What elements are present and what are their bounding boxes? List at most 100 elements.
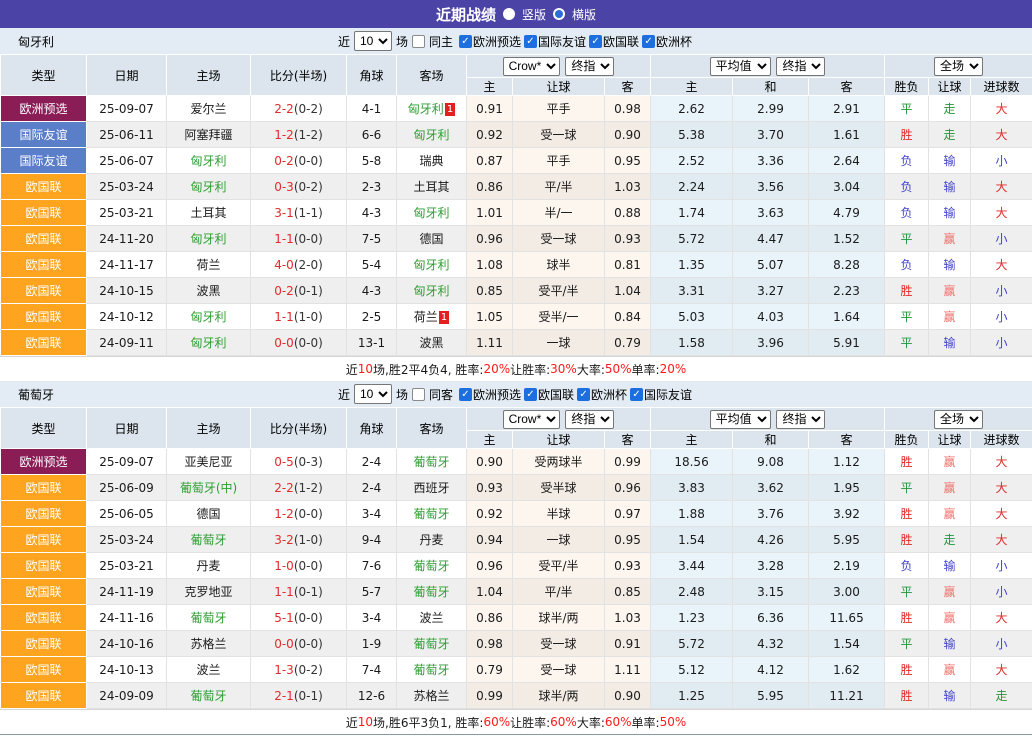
handicap-home-odds: 0.96 xyxy=(467,226,513,252)
match-row: 欧国联24-11-17荷兰4-0(2-0)5-4匈牙利1.08球半0.811.3… xyxy=(1,252,1032,278)
league-cell: 欧国联 xyxy=(1,631,87,657)
result-outcome: 平 xyxy=(885,631,929,657)
score-cell: 0-5(0-3) xyxy=(251,449,347,475)
result-goals: 大 xyxy=(971,475,1032,501)
handicap-away-odds: 0.81 xyxy=(605,252,651,278)
handicap-odds-time-select[interactable]: 终指 xyxy=(565,410,614,429)
result-handicap: 赢 xyxy=(929,449,971,475)
away-team-cell: 葡萄牙 xyxy=(397,501,467,527)
recent-count-select[interactable]: 10 xyxy=(354,384,392,404)
fulltime-select[interactable]: 全场 xyxy=(934,57,983,76)
result-outcome: 胜 xyxy=(885,605,929,631)
league-checkbox[interactable]: ✓ xyxy=(524,388,537,401)
average-select[interactable]: 平均值 xyxy=(710,57,771,76)
average-select-group: 平均值 终指 xyxy=(651,408,885,431)
avg-draw-odds: 3.63 xyxy=(733,200,809,226)
handicap-home-odds: 0.96 xyxy=(467,553,513,579)
result-goals: 小 xyxy=(971,278,1032,304)
result-outcome: 胜 xyxy=(885,683,929,709)
fulltime-select[interactable]: 全场 xyxy=(934,410,983,429)
result-outcome: 平 xyxy=(885,96,929,122)
halftime-score: (0-0) xyxy=(294,154,323,168)
games-label: 场 xyxy=(396,386,408,403)
average-select[interactable]: 平均值 xyxy=(710,410,771,429)
team-name: 西班牙 xyxy=(413,481,449,495)
halftime-score: (0-0) xyxy=(294,611,323,625)
avg-away-odds: 3.04 xyxy=(809,174,885,200)
vertical-layout-label: 竖版 xyxy=(522,6,546,23)
avg-home-odds: 3.31 xyxy=(651,278,733,304)
league-checkbox[interactable]: ✓ xyxy=(459,35,472,48)
avg-home-odds: 1.88 xyxy=(651,501,733,527)
handicap-away-odds: 1.11 xyxy=(605,657,651,683)
league-checkbox[interactable]: ✓ xyxy=(577,388,590,401)
avg-home-odds: 1.58 xyxy=(651,330,733,356)
same-venue-checkbox[interactable] xyxy=(412,388,425,401)
match-row: 欧国联25-03-21丹麦1-0(0-0)7-6葡萄牙0.96受平/半0.933… xyxy=(1,553,1032,579)
horizontal-layout-radio[interactable] xyxy=(553,8,565,20)
team-name: 匈牙利 xyxy=(190,310,226,324)
corner-cell: 3-4 xyxy=(347,605,397,631)
avg-away-odds: 1.61 xyxy=(809,122,885,148)
date-cell: 25-03-24 xyxy=(87,174,167,200)
result-outcome: 胜 xyxy=(885,449,929,475)
date-cell: 25-06-11 xyxy=(87,122,167,148)
league-checkbox[interactable]: ✓ xyxy=(459,388,472,401)
result-select-group: 全场 xyxy=(885,408,1032,431)
match-row: 国际友谊25-06-11阿塞拜疆1-2(1-2)6-6匈牙利0.92受一球0.9… xyxy=(1,122,1032,148)
handicap-away-odds: 0.88 xyxy=(605,200,651,226)
bookmaker-select[interactable]: Crow* xyxy=(503,57,560,76)
avg-away-odds: 1.12 xyxy=(809,449,885,475)
result-handicap: 赢 xyxy=(929,226,971,252)
avg-draw-odds: 3.28 xyxy=(733,553,809,579)
halftime-score: (2-0) xyxy=(294,258,323,272)
average-odds-time-select[interactable]: 终指 xyxy=(776,410,825,429)
score-cell: 0-0(0-0) xyxy=(251,330,347,356)
team-name: 葡萄牙 xyxy=(413,585,449,599)
match-row: 欧国联24-10-12匈牙利1-1(1-0)2-5荷兰11.05受半/一0.84… xyxy=(1,304,1032,330)
team-name: 波兰 xyxy=(419,611,443,625)
avg-home-odds: 2.52 xyxy=(651,148,733,174)
match-row: 欧国联24-09-11匈牙利0-0(0-0)13-1波黑1.11一球0.791.… xyxy=(1,330,1032,356)
recent-count-select[interactable]: 10 xyxy=(354,31,392,51)
handicap-away-odds: 0.90 xyxy=(605,122,651,148)
result-goals: 小 xyxy=(971,330,1032,356)
handicap-away-odds: 0.95 xyxy=(605,148,651,174)
league-checkbox[interactable]: ✓ xyxy=(589,35,602,48)
bookmaker-select[interactable]: Crow* xyxy=(503,410,560,429)
league-checkbox[interactable]: ✓ xyxy=(524,35,537,48)
match-row: 欧国联24-10-16苏格兰0-0(0-0)1-9葡萄牙0.98受一球0.915… xyxy=(1,631,1032,657)
avg-away-odds: 2.91 xyxy=(809,96,885,122)
fulltime-score: 1-2 xyxy=(274,128,294,142)
vertical-layout-radio[interactable] xyxy=(503,8,515,20)
avg-home-odds: 5.38 xyxy=(651,122,733,148)
col-handicap-away: 客 xyxy=(605,78,651,96)
filter-controls: 近 10 场 同客 ✓欧洲预选✓欧国联✓欧洲杯✓国际友谊 xyxy=(338,384,694,404)
rank-badge: 1 xyxy=(445,103,455,116)
handicap-home-odds: 1.04 xyxy=(467,579,513,605)
same-venue-checkbox[interactable] xyxy=(412,35,425,48)
corner-cell: 5-7 xyxy=(347,579,397,605)
handicap-away-odds: 0.93 xyxy=(605,226,651,252)
match-row: 国际友谊25-06-07匈牙利0-2(0-0)5-8瑞典0.87平手0.952.… xyxy=(1,148,1032,174)
handicap-odds-time-select[interactable]: 终指 xyxy=(565,57,614,76)
avg-draw-odds: 5.95 xyxy=(733,683,809,709)
handicap-home-odds: 0.87 xyxy=(467,148,513,174)
result-handicap: 赢 xyxy=(929,579,971,605)
score-cell: 1-2(0-0) xyxy=(251,501,347,527)
corner-cell: 6-6 xyxy=(347,122,397,148)
team-name: 葡萄牙 xyxy=(413,559,449,573)
league-checkbox[interactable]: ✓ xyxy=(642,35,655,48)
avg-away-odds: 11.21 xyxy=(809,683,885,709)
average-odds-time-select[interactable]: 终指 xyxy=(776,57,825,76)
league-checkbox[interactable]: ✓ xyxy=(630,388,643,401)
league-cell: 欧国联 xyxy=(1,174,87,200)
average-select-group: 平均值 终指 xyxy=(651,55,885,78)
summary-segment: 单率: xyxy=(632,714,660,731)
match-row: 欧国联24-10-13波兰1-3(0-2)7-4葡萄牙0.79受一球1.115.… xyxy=(1,657,1032,683)
result-handicap: 走 xyxy=(929,96,971,122)
col-handicap-away: 客 xyxy=(605,431,651,449)
home-team-cell: 爱尔兰 xyxy=(167,96,251,122)
team-name: 荷兰 xyxy=(414,310,438,324)
result-outcome: 胜 xyxy=(885,278,929,304)
